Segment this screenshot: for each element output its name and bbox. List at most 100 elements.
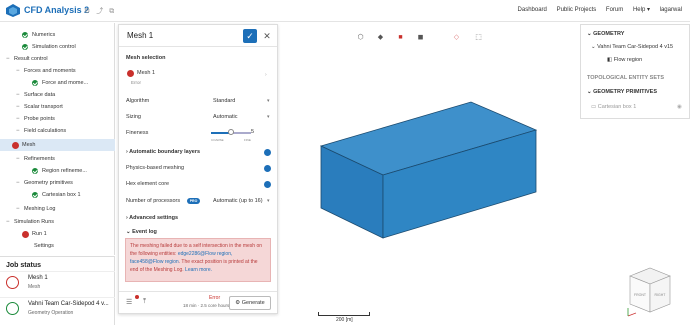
top-nav: Dashboard Public Projects Forum Help ▾ l… xyxy=(510,6,682,13)
job-name: Vahni Team Car-Sidepod 4 v... xyxy=(28,301,109,307)
geometry-section[interactable]: ⌄ GEOMETRY xyxy=(587,31,624,37)
physics-meshing-toggle[interactable] xyxy=(264,165,271,172)
tree-item-label: Result control xyxy=(14,56,48,62)
share-icon[interactable]: ⤴ xyxy=(96,8,109,15)
nav-dashboard[interactable]: Dashboard xyxy=(518,7,547,13)
primitives-section[interactable]: ⌄ GEOMETRY PRIMITIVES xyxy=(587,89,657,95)
mesh-name: Mesh 1 xyxy=(137,70,156,76)
tree-item[interactable]: − Geometry primitives xyxy=(0,177,115,189)
tree-item[interactable]: Region refineme... xyxy=(0,165,115,177)
tree-item[interactable]: − Simulation Runs xyxy=(0,216,115,228)
processors-select[interactable]: Automatic (up to 16) xyxy=(213,198,263,204)
fineness-slider-handle[interactable] xyxy=(228,129,234,135)
algorithm-select[interactable]: Standard xyxy=(213,98,235,104)
auto-boundary-section[interactable]: › Automatic boundary layers xyxy=(126,149,200,155)
tree-item[interactable]: − Refinements xyxy=(0,153,115,165)
tree-item-label: Numerics xyxy=(32,32,56,38)
footer-status: Error xyxy=(209,295,221,301)
collapse-icon[interactable]: − xyxy=(16,101,20,113)
event-log-section[interactable]: ⌄ Event log xyxy=(126,229,157,235)
tree-item[interactable]: Settings xyxy=(0,240,115,252)
topo-sets-heading[interactable]: TOPOLOGICAL ENTITY SETS xyxy=(587,75,664,81)
success-status-icon xyxy=(6,302,19,315)
view-cube-right[interactable]: RIGHT xyxy=(655,293,667,297)
tree-item[interactable]: Run 1 xyxy=(0,228,115,240)
axis-x-line xyxy=(627,312,637,317)
nav-forum[interactable]: Forum xyxy=(606,7,623,13)
error-dot-icon xyxy=(135,295,139,299)
tree-item[interactable]: − Forces and moments xyxy=(0,65,115,77)
advanced-settings-section[interactable]: › Advanced settings xyxy=(126,215,178,221)
check-icon xyxy=(22,32,28,38)
collapse-icon[interactable]: − xyxy=(16,125,20,137)
view-cube-front[interactable]: FRONT xyxy=(634,293,647,297)
tree-item[interactable]: Numerics xyxy=(0,29,115,41)
processors-label: Number of processors xyxy=(126,198,181,204)
cube-shaded-icon[interactable]: ◆ xyxy=(376,33,385,42)
tree-item[interactable]: − Probe points xyxy=(0,113,115,125)
flow-region-box[interactable] xyxy=(318,100,540,242)
auto-boundary-toggle[interactable] xyxy=(264,149,271,156)
user-menu[interactable]: lagarwal xyxy=(660,7,682,13)
job-item[interactable]: Mesh 1 Mesh xyxy=(0,271,115,293)
confirm-button[interactable]: ✓ xyxy=(243,29,257,43)
tree-item[interactable]: Cartesian box 1 xyxy=(0,189,115,201)
collapse-icon[interactable]: − xyxy=(16,113,20,125)
collapse-icon[interactable]: − xyxy=(6,53,10,65)
generate-button[interactable]: ⚙ Generate xyxy=(229,296,271,310)
tree-item-label: Mesh xyxy=(22,142,36,148)
tree-item[interactable]: Simulation control xyxy=(0,41,115,53)
physics-meshing-label: Physics-based meshing xyxy=(126,165,185,171)
settings-icon[interactable]: ⚙ xyxy=(84,8,96,15)
mesh-status: Error xyxy=(131,80,141,85)
collapse-icon[interactable]: − xyxy=(16,153,20,165)
sizing-select[interactable]: Automatic xyxy=(213,114,237,120)
advanced-settings-label: Advanced settings xyxy=(129,215,179,221)
job-status-title: Job status xyxy=(6,262,42,269)
cube-outline-icon[interactable]: ◇ xyxy=(452,33,461,42)
tree-item-label: Field calculations xyxy=(24,128,67,134)
flow-region-item[interactable]: ◧ Flow region xyxy=(607,57,642,63)
geometry-item[interactable]: ⌄ Vahni Team Car-Sidepod 4 v15 xyxy=(591,44,673,50)
tree-item[interactable]: − Scalar transport xyxy=(0,101,115,113)
cube-view-icon[interactable]: ⬡ xyxy=(356,33,365,42)
tree-item-label: Simulation Runs xyxy=(14,219,55,225)
mesh-selection-item[interactable]: Mesh 1 Error › xyxy=(125,66,271,88)
tree-item[interactable]: − Field calculations xyxy=(0,125,115,137)
collapse-icon[interactable]: − xyxy=(16,203,20,215)
visibility-icon[interactable]: ◉ xyxy=(677,104,682,110)
list-icon[interactable]: ☰ xyxy=(126,298,132,306)
error-icon xyxy=(12,141,19,149)
tree-item[interactable]: − Surface data xyxy=(0,89,115,101)
view-cube[interactable]: FRONT RIGHT xyxy=(626,266,674,318)
job-item[interactable]: Vahni Team Car-Sidepod 4 v... Geometry O… xyxy=(0,297,115,319)
tree-item[interactable]: − Meshing Log xyxy=(0,203,115,215)
cartesian-box-item[interactable]: ▭ Cartesian box 1 xyxy=(591,104,636,110)
copy-icon[interactable]: ⧉ xyxy=(109,8,120,15)
camera-icon[interactable]: ⬚ xyxy=(474,33,483,42)
learn-more-link[interactable]: Learn more. xyxy=(185,267,212,273)
hex-core-toggle[interactable] xyxy=(264,181,271,188)
tree-item-label: Settings xyxy=(34,243,54,249)
collapse-icon[interactable]: − xyxy=(16,177,20,189)
nav-public-projects[interactable]: Public Projects xyxy=(557,7,597,13)
generate-label: Generate xyxy=(241,300,265,306)
collapse-icon[interactable]: − xyxy=(16,89,20,101)
check-icon xyxy=(32,168,38,174)
nav-help[interactable]: Help ▾ xyxy=(633,7,650,13)
upload-icon[interactable]: ⤒ xyxy=(143,298,146,306)
tree-item[interactable]: Force and mome... xyxy=(0,77,115,89)
cube-dark-icon[interactable]: ◼ xyxy=(416,33,425,42)
simscale-logo-icon[interactable] xyxy=(6,4,20,17)
tree-item[interactable]: Mesh xyxy=(0,139,115,151)
cube-red-icon[interactable]: ■ xyxy=(396,33,405,42)
close-button[interactable]: ✕ xyxy=(262,29,272,43)
tree-item-label: Refinements xyxy=(24,156,55,162)
collapse-icon[interactable]: − xyxy=(6,216,10,228)
collapse-icon[interactable]: − xyxy=(16,65,20,77)
geometry-panel: ⌄ GEOMETRY ⌄ Vahni Team Car-Sidepod 4 v1… xyxy=(580,24,690,119)
geometry-heading: GEOMETRY xyxy=(593,31,625,37)
tree-item[interactable]: − Result control xyxy=(0,53,115,65)
chevron-down-icon: ▾ xyxy=(267,98,270,104)
panel-title: Mesh 1 xyxy=(127,31,154,40)
